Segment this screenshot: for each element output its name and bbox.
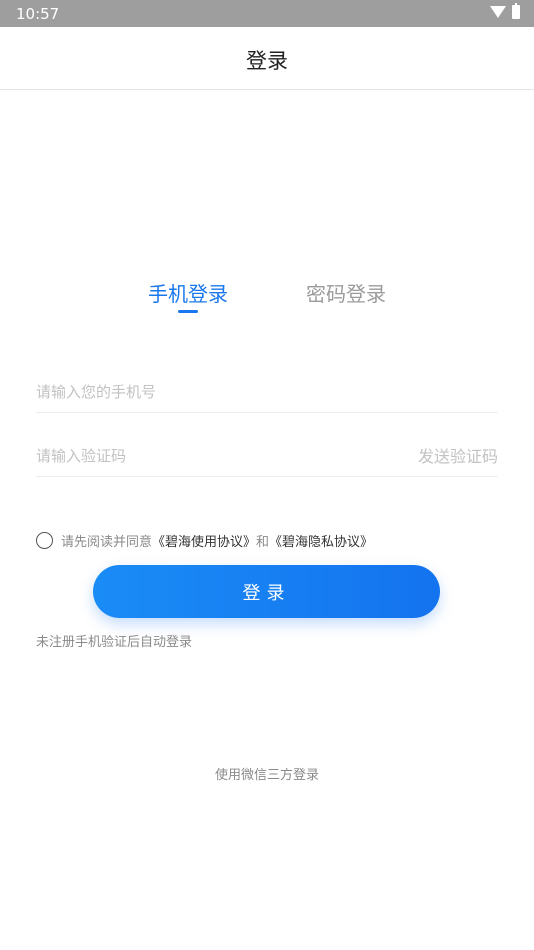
agreement-prefix: 请先阅读并同意 — [61, 534, 153, 550]
battery-icon — [512, 3, 520, 19]
agreement-conjunction: 和 — [256, 534, 270, 550]
auto-register-note: 未注册手机验证后自动登录 — [36, 635, 193, 650]
tab-phone-login[interactable]: 手机登录 — [148, 278, 228, 307]
page-title: 登录 — [246, 49, 288, 73]
code-field: 发送验证码 — [36, 437, 498, 477]
header: 登录 — [0, 27, 534, 90]
send-code-button[interactable]: 发送验证码 — [418, 443, 498, 467]
wifi-icon — [490, 6, 506, 18]
phone-input[interactable] — [36, 379, 336, 405]
terms-link[interactable]: 《碧海使用协议》 — [152, 531, 256, 550]
status-time: 10:57 — [16, 5, 60, 23]
active-tab-indicator — [178, 310, 198, 313]
status-bar: 10:57 — [0, 0, 534, 27]
phone-field — [36, 373, 498, 413]
verification-code-input[interactable] — [36, 443, 336, 469]
login-tabs: 手机登录 密码登录 — [0, 278, 534, 318]
login-button[interactable]: 登录 — [93, 565, 440, 618]
agreement-checkbox[interactable] — [36, 531, 53, 549]
wechat-login-link[interactable]: 使用微信三方登录 — [0, 764, 534, 783]
tab-password-login[interactable]: 密码登录 — [306, 278, 386, 307]
agreement: 请先阅读并同意 《碧海使用协议》 和 《碧海隐私协议》 — [36, 530, 373, 550]
status-icons — [490, 3, 520, 19]
privacy-link[interactable]: 《碧海隐私协议》 — [269, 531, 373, 550]
